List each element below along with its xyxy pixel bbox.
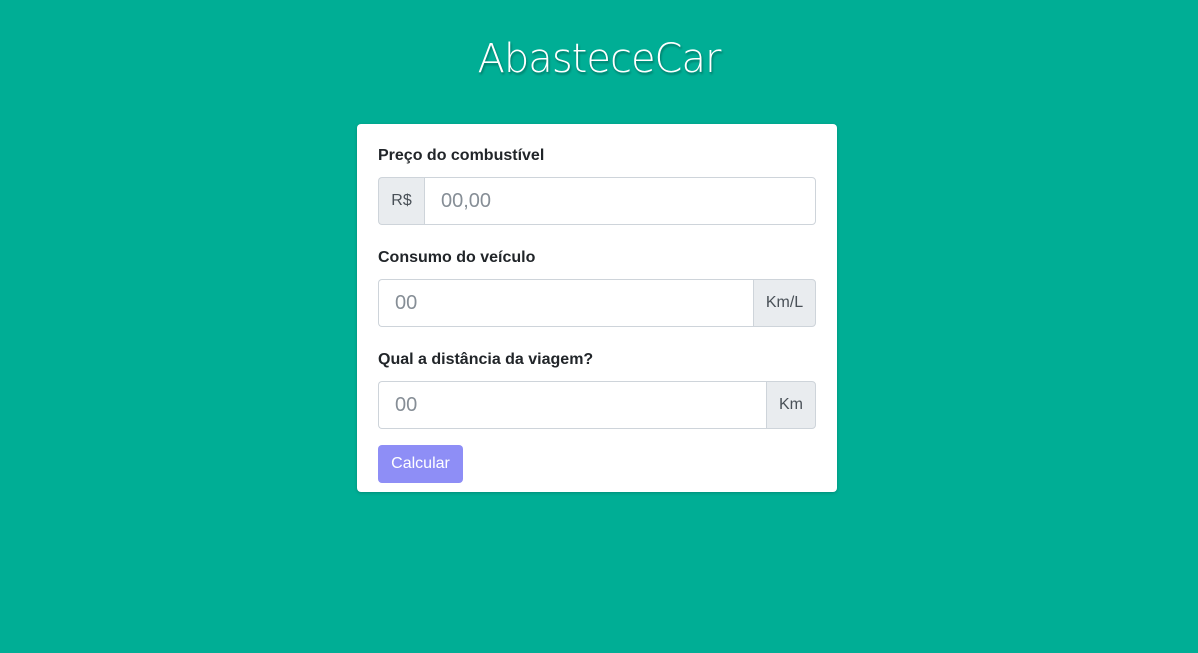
consumption-label: Consumo do veículo bbox=[378, 249, 536, 266]
currency-prefix: R$ bbox=[378, 177, 424, 225]
consumption-input[interactable] bbox=[378, 279, 753, 327]
distance-unit-suffix: Km bbox=[766, 381, 816, 429]
distance-input[interactable] bbox=[378, 381, 766, 429]
fuel-calculator-card: Preço do combustível R$ Consumo do veícu… bbox=[357, 124, 837, 492]
price-input[interactable] bbox=[424, 177, 816, 225]
consumption-input-group: Km/L bbox=[378, 279, 816, 327]
app-logo: AbasteceCar bbox=[477, 36, 722, 82]
distance-input-group: Km bbox=[378, 381, 816, 429]
price-input-group: R$ bbox=[378, 177, 816, 225]
price-label: Preço do combustível bbox=[378, 147, 545, 164]
consumption-unit-suffix: Km/L bbox=[753, 279, 816, 327]
distance-label: Qual a distância da viagem? bbox=[378, 351, 594, 368]
calculate-button[interactable]: Calcular bbox=[378, 445, 463, 483]
